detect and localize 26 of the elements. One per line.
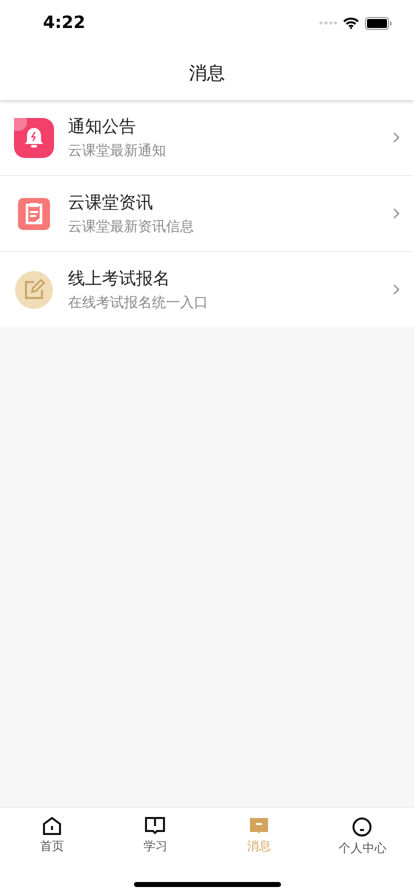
- page-title: 消息: [189, 62, 225, 85]
- tab-item[interactable]: 个人中心: [310, 817, 414, 857]
- signal-icon: [319, 21, 337, 25]
- bell-icon: [14, 118, 54, 158]
- message-item[interactable]: 通知公告 云课堂最新通知: [0, 100, 414, 176]
- face-icon: [352, 817, 372, 837]
- chevron-icon: [393, 132, 400, 143]
- status-time: 4:22: [43, 13, 86, 33]
- book-icon: [145, 817, 166, 835]
- edit-icon: [14, 270, 54, 310]
- chevron-icon: [393, 208, 400, 219]
- message-item[interactable]: 云课堂资讯 云课堂最新资讯信息: [0, 176, 414, 252]
- message-item[interactable]: 线上考试报名 在线考试报名统一入口: [0, 252, 414, 327]
- message-icon: [248, 817, 269, 835]
- tab-item[interactable]: 学习: [104, 817, 207, 857]
- chevron-icon: [393, 284, 400, 295]
- wifi-icon: [343, 17, 359, 29]
- item-subtitle: 云课堂最新通知: [68, 142, 167, 160]
- tab-item[interactable]: 首页: [0, 817, 104, 857]
- item-title: 线上考试报名: [68, 268, 171, 290]
- item-subtitle: 在线考试报名统一入口: [68, 294, 209, 312]
- item-subtitle: 云课堂最新资讯信息: [68, 218, 195, 236]
- item-title: 通知公告: [68, 116, 137, 138]
- home-icon: [42, 817, 62, 835]
- item-title: 云课堂资讯: [68, 192, 154, 214]
- battery-icon: [365, 16, 392, 30]
